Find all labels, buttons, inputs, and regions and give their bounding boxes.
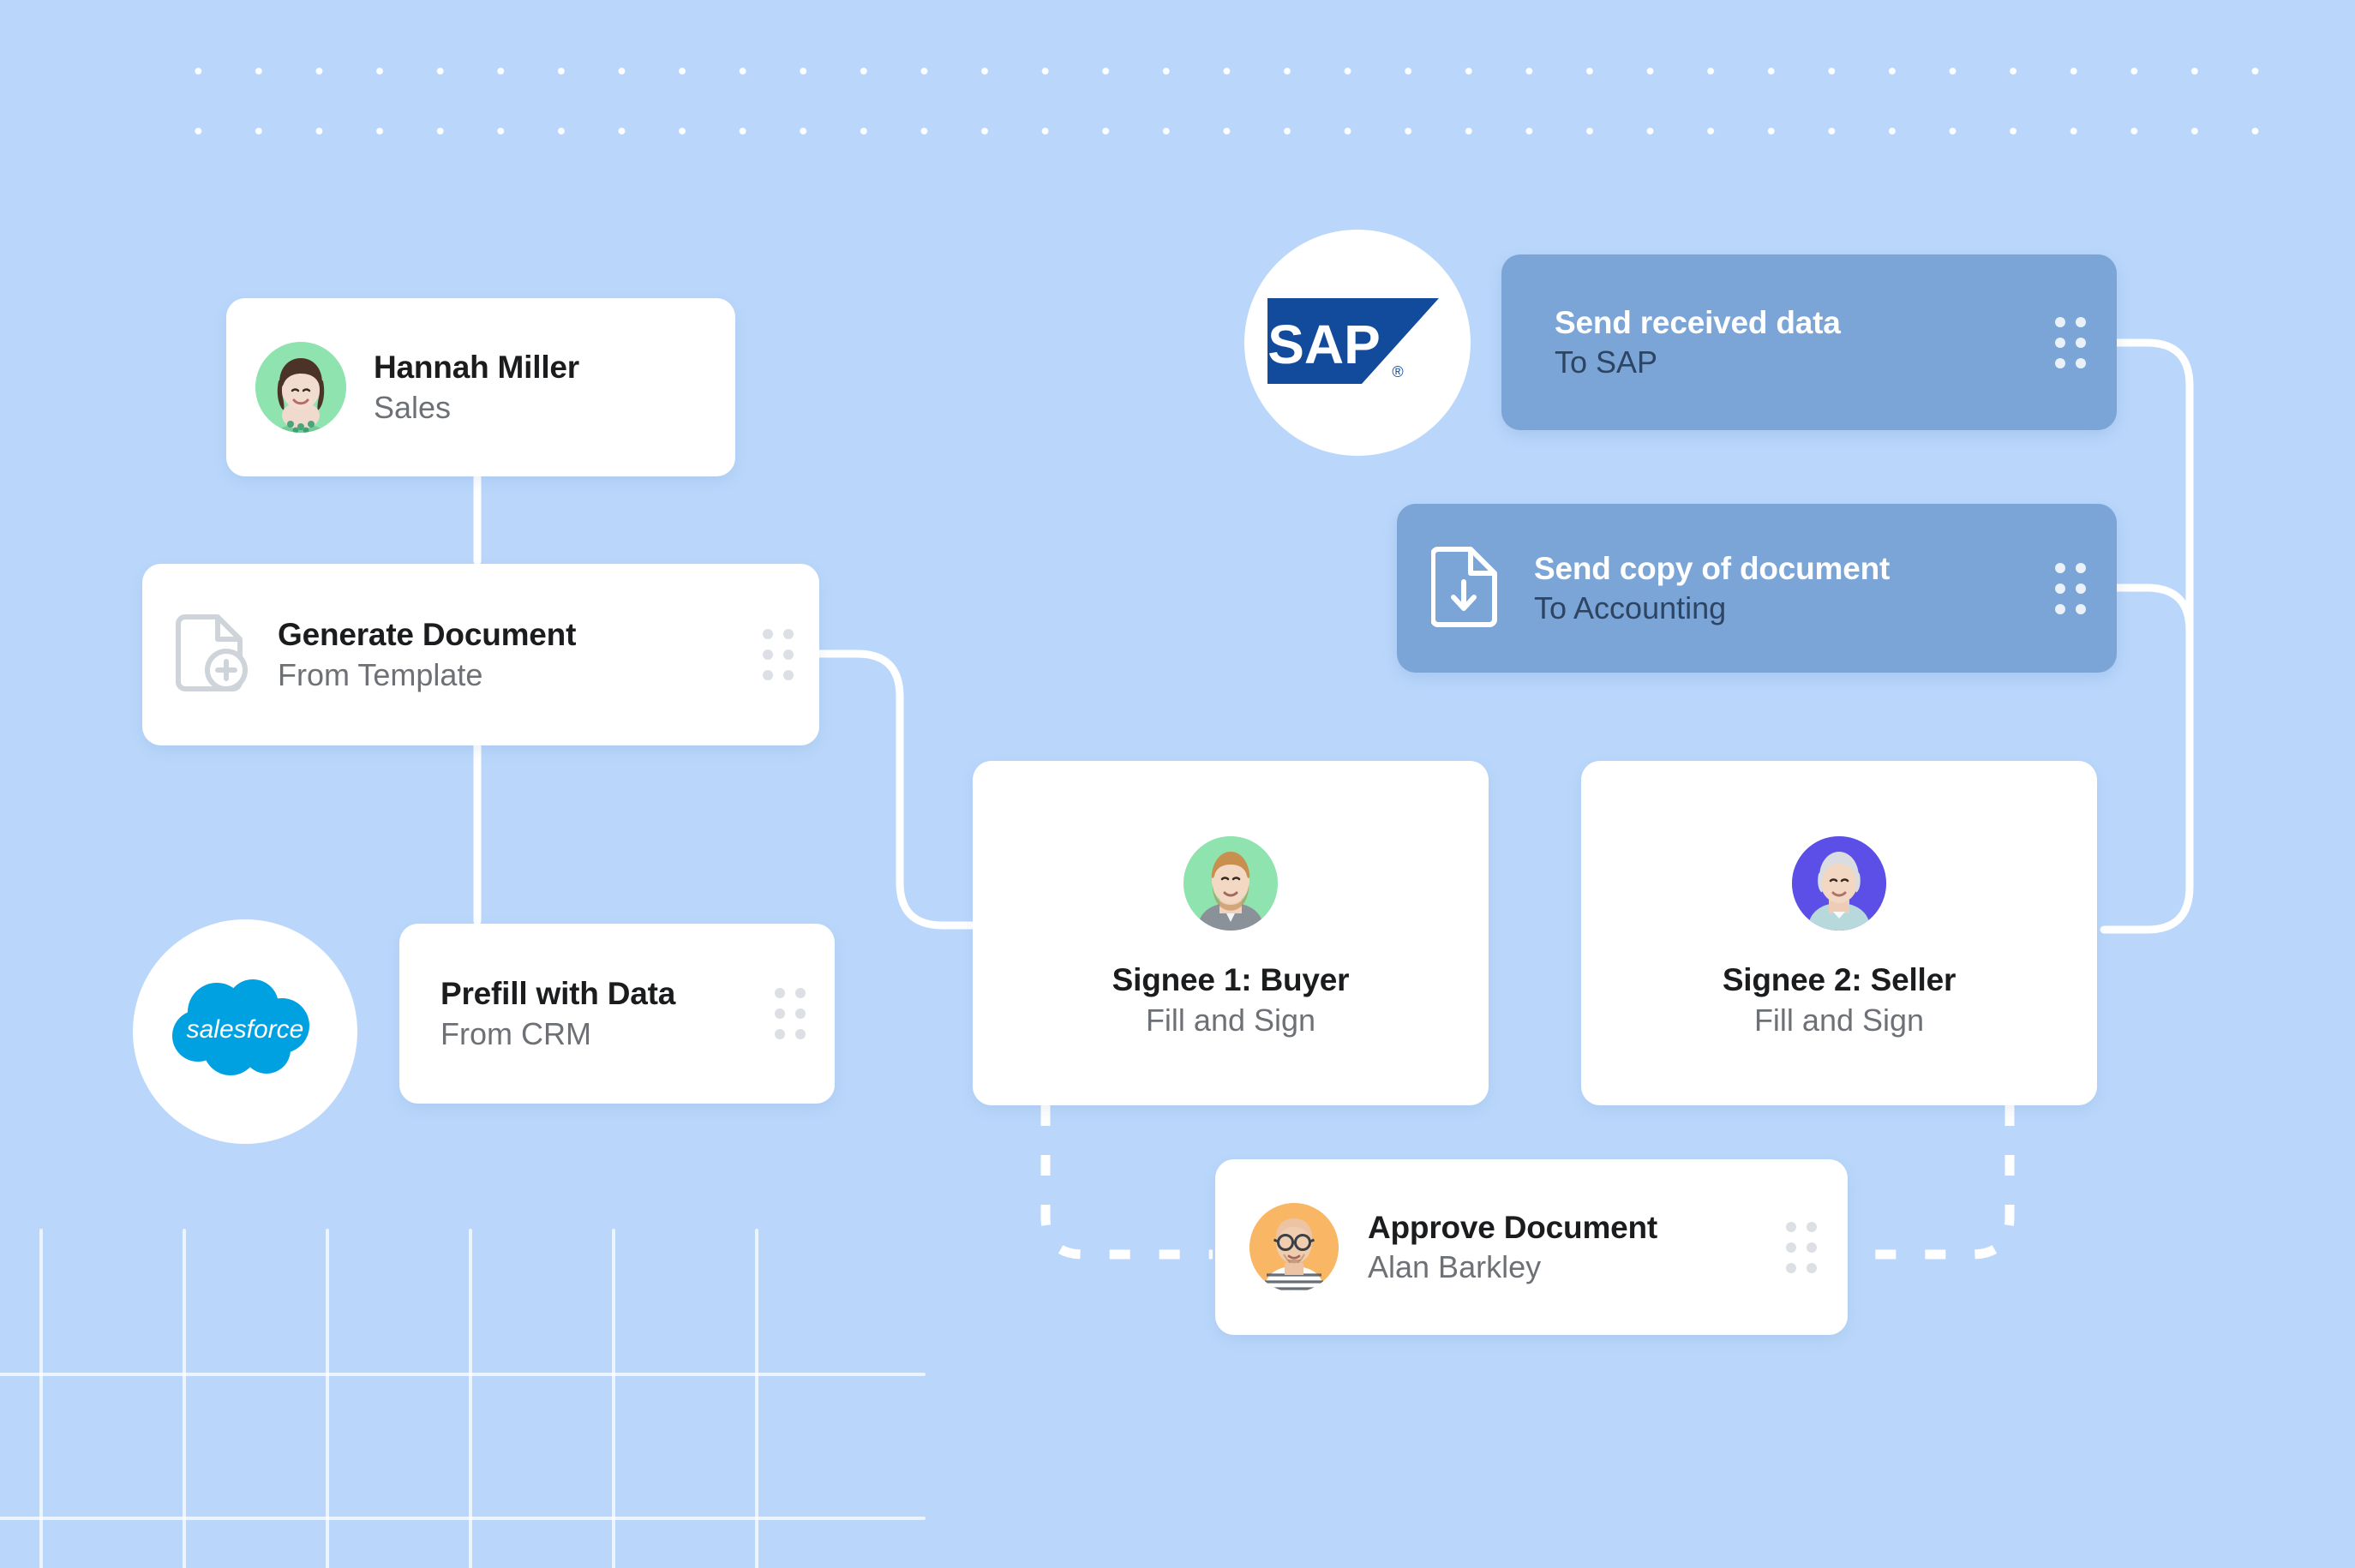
document-add-icon xyxy=(175,610,254,700)
connector-signee1-to-approve xyxy=(1040,1105,1213,1260)
card-send-copy-of-document[interactable]: Send copy of document To Accounting xyxy=(1397,504,2117,673)
signee-1-title: Signee 1: Buyer xyxy=(1112,962,1350,998)
signee-2-avatar xyxy=(1792,836,1886,931)
card-owner[interactable]: Hannah Miller Sales xyxy=(226,298,735,476)
prefill-subtitle: From CRM xyxy=(440,1015,591,1051)
generate-document-subtitle: From Template xyxy=(278,656,483,692)
approve-document-subtitle: Alan Barkley xyxy=(1368,1249,1542,1285)
workflow-canvas: Hannah Miller Sales Generate Document Fr… xyxy=(0,0,2355,1568)
drag-handle-send-received-data[interactable] xyxy=(2055,316,2086,368)
card-prefill-with-data[interactable]: Prefill with Data From CRM xyxy=(399,924,835,1104)
signee-2-subtitle: Fill and Sign xyxy=(1753,1002,1925,1038)
connector-generate-to-signee1 xyxy=(814,649,977,930)
card-generate-document[interactable]: Generate Document From Template xyxy=(142,564,819,745)
connector-signee2-to-approve xyxy=(1847,1105,2015,1260)
grid-pattern-background xyxy=(0,1229,926,1568)
connector-sendsap-to-signee2 xyxy=(2100,338,2194,934)
dot-pattern-background xyxy=(168,41,2310,178)
owner-role: Sales xyxy=(374,389,452,425)
sap-logo-bubble: SAP ® xyxy=(1244,230,1471,456)
sap-wordmark: SAP xyxy=(1267,314,1381,375)
drag-handle-generate-document[interactable] xyxy=(763,629,794,680)
sap-registered-mark: ® xyxy=(1392,363,1403,380)
generate-document-title: Generate Document xyxy=(278,617,577,653)
signee-1-avatar xyxy=(1183,836,1278,931)
hannah-miller-avatar xyxy=(255,342,346,433)
drag-handle-approve-document[interactable] xyxy=(1786,1221,1817,1273)
document-download-icon xyxy=(1430,544,1500,632)
approve-document-title: Approve Document xyxy=(1368,1209,1658,1245)
drag-handle-send-copy[interactable] xyxy=(2055,562,2086,614)
sap-logo-icon: SAP ® xyxy=(1267,298,1439,384)
salesforce-logo-bubble: salesforce xyxy=(133,919,357,1144)
connector-sendcopy-to-signee2 xyxy=(2112,584,2194,635)
alan-barkley-avatar xyxy=(1249,1202,1339,1292)
signee-2-title: Signee 2: Seller xyxy=(1722,962,1957,998)
signee-1-subtitle: Fill and Sign xyxy=(1145,1002,1316,1038)
card-signee-1[interactable]: Signee 1: Buyer Fill and Sign xyxy=(973,761,1489,1105)
prefill-title: Prefill with Data xyxy=(440,976,676,1012)
card-signee-2[interactable]: Signee 2: Seller Fill and Sign xyxy=(1581,761,2097,1105)
salesforce-cloud-icon: salesforce xyxy=(172,979,309,1075)
salesforce-wordmark: salesforce xyxy=(187,1015,304,1044)
drag-handle-prefill[interactable] xyxy=(775,988,806,1039)
send-received-data-subtitle: To SAP xyxy=(1555,344,1658,380)
send-received-data-title: Send received data xyxy=(1555,304,1841,340)
card-approve-document[interactable]: Approve Document Alan Barkley xyxy=(1215,1159,1848,1335)
card-send-received-data[interactable]: Send received data To SAP xyxy=(1501,254,2117,430)
send-copy-subtitle: To Accounting xyxy=(1534,590,1727,626)
send-copy-title: Send copy of document xyxy=(1534,550,1891,586)
owner-name: Hannah Miller xyxy=(374,350,579,386)
